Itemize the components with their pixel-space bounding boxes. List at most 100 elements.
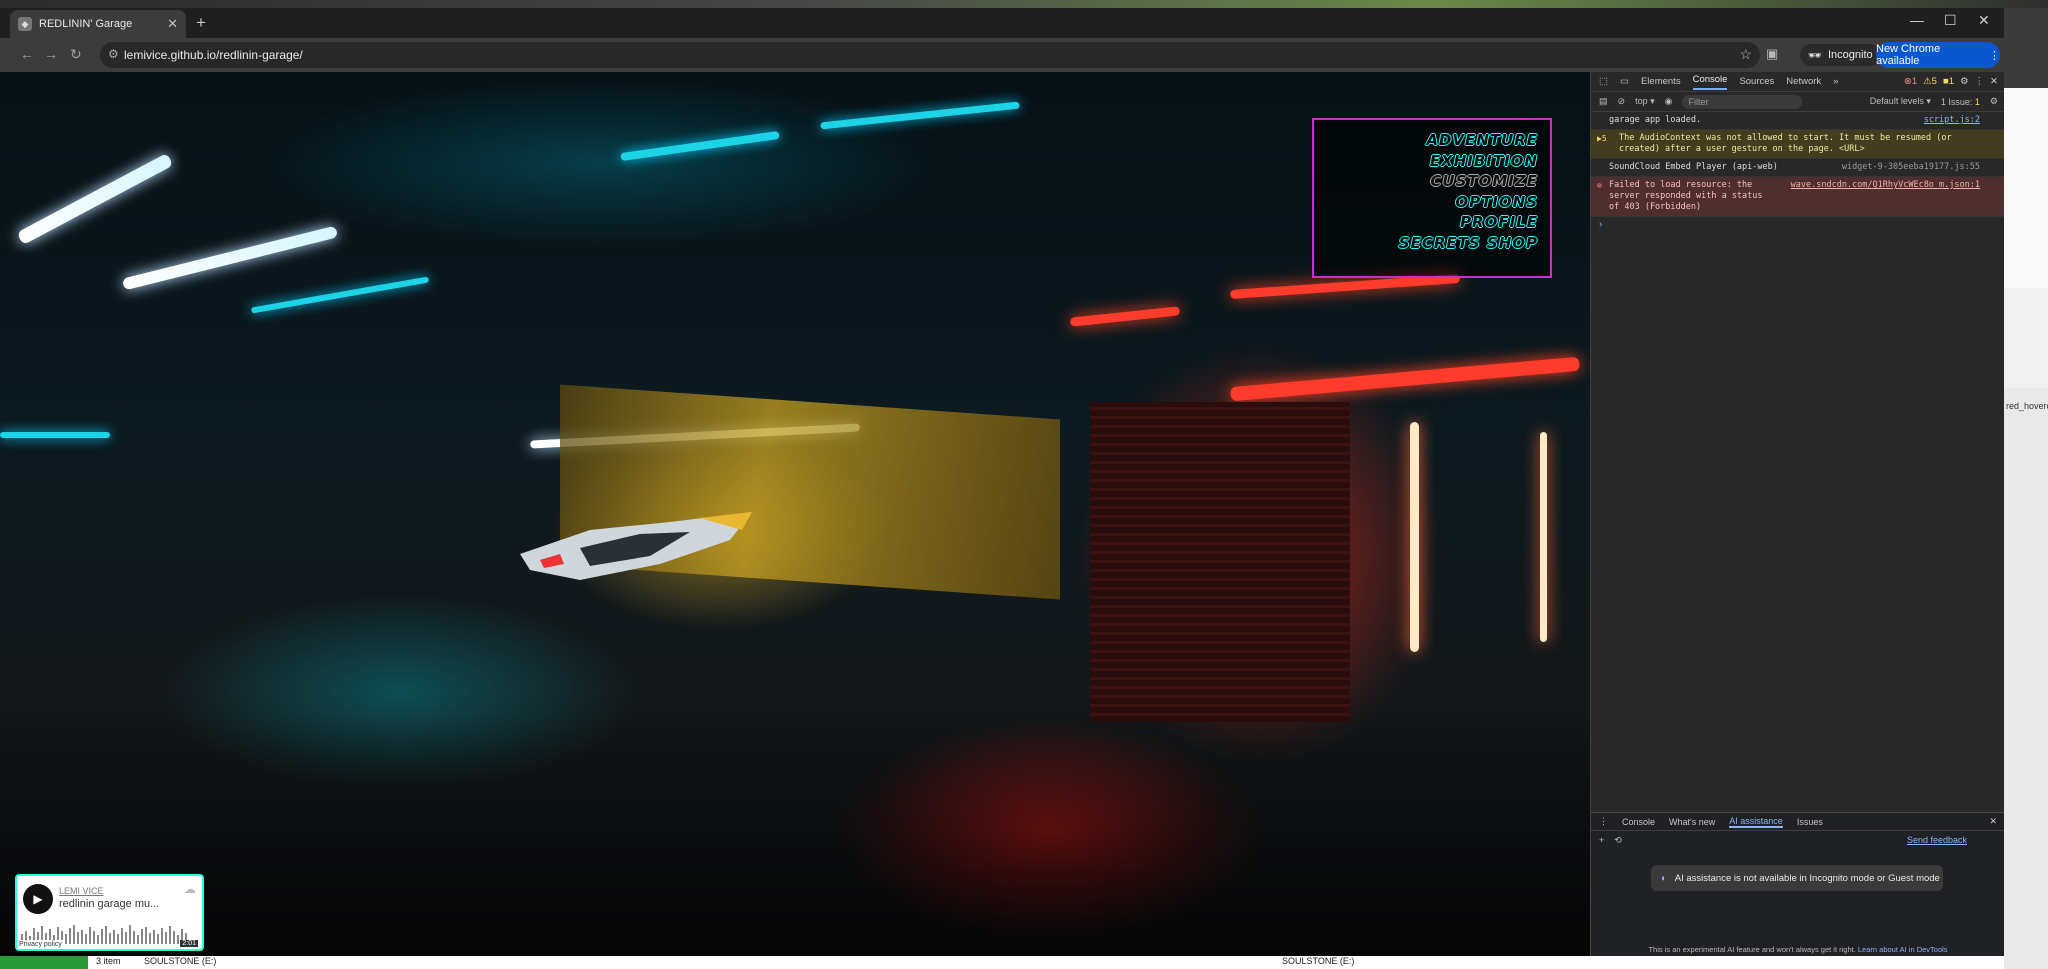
new-chat-icon[interactable]: + (1599, 835, 1604, 845)
maximize-icon[interactable]: ☐ (1944, 12, 1957, 29)
sidebar-toggle-icon[interactable]: ▤ (1599, 96, 1608, 107)
desktop-icon (0, 956, 88, 969)
menu-item-secrets-shop[interactable]: SECRETS SHOP (1314, 233, 1538, 254)
source-link[interactable]: wave.sndcdn.com/Q1RhyVcWEc8o_m.json:1 (1791, 180, 1980, 191)
tab-network[interactable]: Network (1786, 76, 1821, 87)
close-devtools-icon[interactable]: ✕ (1990, 76, 1998, 87)
ai-disclaimer: This is an experimental AI feature and w… (1648, 945, 1948, 954)
drive-label[interactable]: SOULSTONE (E:) (1282, 956, 1354, 966)
log-levels-dropdown[interactable]: Default levels ▾ (1870, 96, 1931, 107)
console-error-line: ⊗ Failed to load resource: the server re… (1591, 177, 2004, 217)
drawer-tab-whats-new[interactable]: What's new (1669, 817, 1715, 827)
drawer-tab-issues[interactable]: Issues (1797, 817, 1823, 827)
more-tabs-icon[interactable]: » (1833, 76, 1838, 87)
close-tab-icon[interactable]: ✕ (167, 16, 178, 32)
wall-light (1410, 422, 1419, 652)
site-info-icon[interactable]: ⚙ (108, 47, 119, 61)
clear-console-icon[interactable]: ⊘ (1618, 96, 1626, 107)
address-bar[interactable]: ⚙ lemivice.github.io/redlinin-garage/ ☆ (100, 42, 1760, 68)
close-drawer-icon[interactable]: ✕ (1989, 816, 2005, 827)
ceiling-light (620, 130, 780, 162)
tab-console[interactable]: Console (1692, 74, 1728, 90)
ai-unavailable-notice: ◐ AI assistance is not available in Inco… (1651, 865, 1943, 891)
tab-strip: ◆ REDLININ' Garage ✕ + — ☐ ✕ (0, 8, 2004, 38)
incognito-badge[interactable]: 🕶 Incognito (1800, 44, 1881, 66)
new-tab-button[interactable]: + (196, 14, 206, 32)
menu-item-exhibition[interactable]: EXHIBITION (1314, 151, 1538, 172)
url-text: lemivice.github.io/redlinin-garage/ (124, 48, 303, 62)
drawer-tab-console[interactable]: Console (1622, 817, 1655, 827)
learn-about-ai-link[interactable]: Learn about AI in DevTools (1858, 945, 1948, 954)
back-arrow-icon[interactable]: ← (20, 46, 34, 62)
console-prompt[interactable]: › (1591, 217, 2004, 232)
browser-tab[interactable]: ◆ REDLININ' Garage ✕ (10, 10, 186, 38)
devtools-drawer: ⋮ Console What's new AI assistance Issue… (1591, 812, 2005, 956)
live-expression-icon[interactable]: ◉ (1665, 96, 1673, 107)
tab-elements[interactable]: Elements (1641, 76, 1681, 87)
minimize-icon[interactable]: — (1910, 12, 1924, 28)
soundcloud-logo-icon[interactable]: ☁ (184, 882, 196, 896)
soundcloud-widget: ▶ LEMI VICE redlinin garage mu... ☁ Priv… (15, 874, 204, 951)
page-viewport: ADVENTURE EXHIBITION CUSTOMIZE OPTIONS P… (0, 72, 1590, 956)
incognito-label: Incognito (1827, 49, 1873, 61)
tab-title: REDLININ' Garage (39, 18, 133, 30)
ceiling-light (121, 225, 339, 291)
error-count-badge: ⊗1 (1903, 76, 1918, 87)
bookmark-star-icon[interactable]: ☆ (1739, 46, 1752, 63)
track-duration: 2:01 (180, 940, 198, 947)
background-window: red_hoverca (2004, 8, 2048, 969)
window-fragment (2004, 288, 2048, 388)
window-fragment (2004, 88, 2048, 288)
devtools-status-badges[interactable]: ⊗1 ⚠5 ■1 ⚙ ⋮ ✕ (1904, 76, 2004, 87)
source-link[interactable]: widget-9-305eeba19177.js:55 (1842, 162, 1980, 173)
console-toolbar: ▤ ⊘ top ▾ ◉ Filter Default levels ▾ 1 Is… (1591, 92, 2004, 112)
close-window-icon[interactable]: ✕ (1978, 12, 1990, 29)
new-chrome-button[interactable]: New Chrome available ⋮ (1876, 42, 2000, 68)
privacy-policy-link[interactable]: Privacy policy (17, 940, 64, 949)
forward-arrow-icon[interactable]: → (44, 46, 58, 62)
inspect-element-icon[interactable]: ⬚ (1599, 76, 1608, 87)
incognito-icon: 🕶 (1808, 49, 1822, 62)
drawer-tabbar: ⋮ Console What's new AI assistance Issue… (1591, 813, 2005, 831)
ceiling-light (1230, 356, 1580, 402)
issues-link[interactable]: 1 Issue: 1 (1941, 97, 1980, 107)
menu-item-adventure[interactable]: ADVENTURE (1314, 130, 1538, 151)
settings-gear-icon[interactable]: ⚙ (1960, 76, 1969, 87)
console-log-line: garage app loaded. script.js:2 (1591, 112, 2004, 130)
source-link[interactable]: script.js:2 (1924, 115, 1980, 126)
ceiling-light (1069, 306, 1181, 327)
tab-search-icon[interactable]: ▣ (1766, 46, 1778, 62)
send-feedback-link[interactable]: Send feedback (1907, 835, 1967, 845)
window-fragment (2004, 8, 2048, 88)
page-favicon-icon: ◆ (18, 17, 32, 31)
devtools-panel: ⬚ ▭ Elements Console Sources Network » ⊗… (1590, 72, 2005, 956)
history-icon[interactable]: ⟲ (1614, 835, 1622, 846)
menu-item-customize[interactable]: CUSTOMIZE (1314, 171, 1538, 192)
console-warning-line: ▶5 The AudioContext was not allowed to s… (1591, 130, 2004, 159)
drawer-tab-ai-assistance[interactable]: AI assistance (1729, 816, 1783, 828)
ceiling-light (16, 152, 174, 246)
items-count: 3 item (96, 956, 121, 966)
reload-icon[interactable]: ↻ (70, 46, 82, 63)
ai-info-icon: ◐ (1661, 872, 1667, 884)
context-selector[interactable]: top ▾ (1635, 96, 1655, 107)
console-filter-input[interactable]: Filter (1682, 94, 1803, 109)
menu-item-profile[interactable]: PROFILE (1314, 212, 1538, 233)
play-button[interactable]: ▶ (23, 884, 53, 914)
menu-item-options[interactable]: OPTIONS (1314, 192, 1538, 213)
track-title[interactable]: redlinin garage mu... (59, 898, 159, 910)
console-settings-icon[interactable]: ⚙ (1990, 96, 2004, 107)
more-options-icon[interactable]: ⋮ (1975, 76, 1985, 87)
artist-link[interactable]: LEMI VICE (59, 886, 104, 896)
device-toggle-icon[interactable]: ▭ (1620, 76, 1629, 87)
tab-sources[interactable]: Sources (1739, 76, 1774, 87)
wall-light (1540, 432, 1547, 642)
drawer-menu-icon[interactable]: ⋮ (1599, 816, 1608, 827)
drive-label[interactable]: SOULSTONE (E:) (144, 956, 216, 966)
wall-light (0, 432, 110, 438)
menu-kebab-icon: ⋮ (1989, 49, 2000, 62)
error-icon: ⊗ (1597, 181, 1602, 190)
taskbar-strip: 3 item SOULSTONE (E:) SOULSTONE (E:) (0, 956, 2004, 969)
hangar-floor (0, 712, 1590, 956)
warning-icon: ▶5 (1597, 134, 1607, 143)
